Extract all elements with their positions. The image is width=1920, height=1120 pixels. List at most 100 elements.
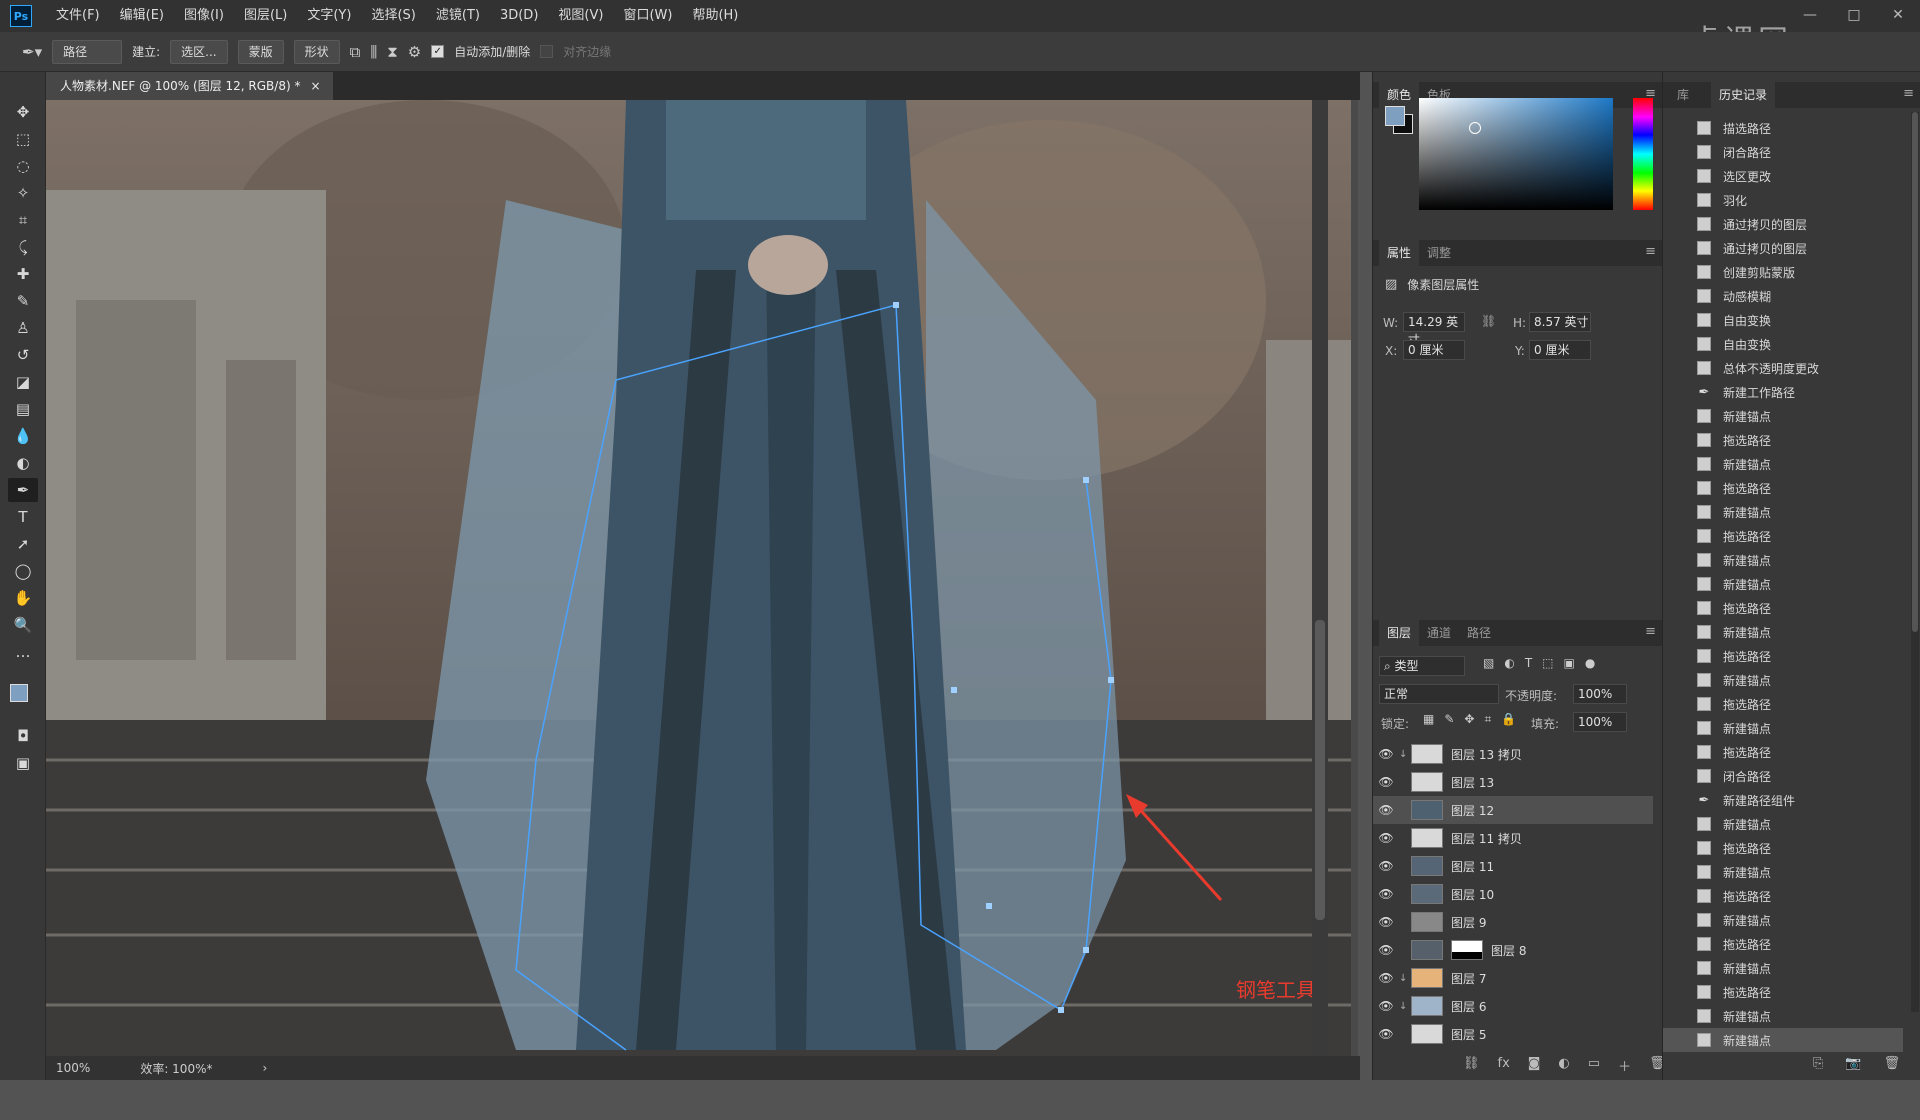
layer-row[interactable]: 👁 图层 9 xyxy=(1373,908,1653,936)
visibility-eye-icon[interactable]: 👁 xyxy=(1373,999,1399,1013)
zoom-tool-icon[interactable]: 🔍 xyxy=(8,613,38,637)
clone-stamp-tool-icon[interactable]: ♙ xyxy=(8,316,38,340)
eyedropper-tool-icon[interactable]: ⤹ xyxy=(8,235,38,259)
menu-item[interactable]: 3D(D) xyxy=(490,0,548,32)
panel-menu-icon[interactable]: ≡ xyxy=(1903,86,1914,101)
new-layer-icon[interactable]: ＋ xyxy=(1618,1056,1631,1075)
screen-mode-icon[interactable]: ▣ xyxy=(8,751,38,775)
history-item[interactable]: 拖选路径 xyxy=(1663,428,1903,452)
layer-row[interactable]: 👁 图层 5 xyxy=(1373,1020,1653,1048)
history-brush-tool-icon[interactable]: ↺ xyxy=(8,343,38,367)
layer-thumbnail[interactable] xyxy=(1411,828,1443,848)
canvas-area[interactable]: 钢笔工具 xyxy=(46,100,1358,1056)
type-tool-icon[interactable]: T xyxy=(8,505,38,529)
hue-slider[interactable] xyxy=(1633,98,1653,210)
brush-tool-icon[interactable]: ✎ xyxy=(8,289,38,313)
visibility-eye-icon[interactable]: 👁 xyxy=(1373,915,1399,929)
gradient-tool-icon[interactable]: ▤ xyxy=(8,397,38,421)
history-item[interactable]: 自由变换 xyxy=(1663,308,1903,332)
history-item[interactable]: 新建锚点 xyxy=(1663,668,1903,692)
make-mask-button[interactable]: 蒙版 xyxy=(237,39,284,64)
snapshot-icon[interactable]: 📷 xyxy=(1845,1056,1861,1071)
menu-item[interactable]: 滤镜(T) xyxy=(426,0,490,32)
path-selection-tool-icon[interactable]: ➚ xyxy=(8,532,38,556)
path-mode-select[interactable]: 路径 xyxy=(52,39,123,64)
visibility-eye-icon[interactable]: 👁 xyxy=(1373,775,1399,789)
path-arrangement-icon[interactable]: ⧗ xyxy=(387,43,398,61)
layer-row[interactable]: 👁 图层 10 xyxy=(1373,880,1653,908)
filter-smart-icon[interactable]: ▣ xyxy=(1564,656,1575,670)
visibility-eye-icon[interactable]: 👁 xyxy=(1373,971,1399,985)
history-item[interactable]: 新建锚点 xyxy=(1663,812,1903,836)
menu-item[interactable]: 编辑(E) xyxy=(110,0,174,32)
x-field[interactable]: 0 厘米 xyxy=(1403,340,1465,360)
history-item[interactable]: 新建锚点 xyxy=(1663,620,1903,644)
layer-row[interactable]: 👁 ↓ 图层 7 xyxy=(1373,964,1653,992)
menu-item[interactable]: 图像(I) xyxy=(174,0,234,32)
foreground-color-swatch[interactable] xyxy=(10,684,28,702)
tab-adjustments[interactable]: 调整 xyxy=(1419,240,1459,266)
filter-shape-icon[interactable]: ⬚ xyxy=(1542,656,1553,670)
crop-tool-icon[interactable]: ⌗ xyxy=(8,208,38,232)
history-item[interactable]: 拖选路径 xyxy=(1663,692,1903,716)
layer-row[interactable]: 👁 图层 11 xyxy=(1373,852,1653,880)
history-item[interactable]: 总体不透明度更改 xyxy=(1663,356,1903,380)
filter-adjust-icon[interactable]: ◐ xyxy=(1504,656,1514,670)
filter-type-icon[interactable]: T xyxy=(1525,656,1532,670)
more-tools-icon[interactable]: … xyxy=(8,640,38,664)
panel-foreground-swatch[interactable] xyxy=(1385,106,1405,126)
layer-row[interactable]: 👁 图层 12 xyxy=(1373,796,1653,824)
history-item[interactable]: 拖选路径 xyxy=(1663,644,1903,668)
link-dimensions-icon[interactable]: ⛓ xyxy=(1481,314,1496,328)
tab-layers[interactable]: 图层 xyxy=(1379,620,1420,646)
blur-tool-icon[interactable]: 💧 xyxy=(8,424,38,448)
minimize-button[interactable]: — xyxy=(1788,0,1832,32)
tab-channels[interactable]: 通道 xyxy=(1419,620,1459,646)
new-group-icon[interactable]: ▭ xyxy=(1588,1056,1600,1075)
history-item[interactable]: 新建锚点 xyxy=(1663,500,1903,524)
menu-item[interactable]: 窗口(W) xyxy=(613,0,682,32)
height-field[interactable]: 8.57 英寸 xyxy=(1529,312,1591,332)
layer-thumbnail[interactable] xyxy=(1411,772,1443,792)
visibility-eye-icon[interactable]: 👁 xyxy=(1373,803,1399,817)
visibility-eye-icon[interactable]: 👁 xyxy=(1373,943,1399,957)
blend-mode-select[interactable]: 正常 xyxy=(1379,684,1499,704)
layer-row[interactable]: 👁 ↓ 图层 6 xyxy=(1373,992,1653,1020)
move-tool-icon[interactable]: ✥ xyxy=(8,100,38,124)
history-item[interactable]: 拖选路径 xyxy=(1663,884,1903,908)
pen-tool-preset-icon[interactable]: ✒▾ xyxy=(22,43,42,61)
lock-all-icon[interactable]: 🔒 xyxy=(1501,712,1516,727)
visibility-eye-icon[interactable]: 👁 xyxy=(1373,831,1399,845)
history-item[interactable]: 新建锚点 xyxy=(1663,1004,1903,1028)
filter-pixel-icon[interactable]: ▧ xyxy=(1483,656,1494,670)
make-shape-button[interactable]: 形状 xyxy=(293,39,340,64)
path-alignment-icon[interactable]: ⫼ xyxy=(370,43,377,61)
history-item[interactable]: 新建锚点 xyxy=(1663,956,1903,980)
marquee-tool-icon[interactable]: ⬚ xyxy=(8,127,38,151)
pen-tool-icon[interactable]: ✒ xyxy=(8,478,38,502)
opacity-field[interactable]: 100% xyxy=(1573,684,1627,704)
history-item[interactable]: 拖选路径 xyxy=(1663,524,1903,548)
layer-thumbnail[interactable] xyxy=(1411,800,1443,820)
lasso-tool-icon[interactable]: ◌ xyxy=(8,154,38,178)
tab-paths[interactable]: 路径 xyxy=(1459,620,1499,646)
tab-libraries[interactable]: 库 xyxy=(1669,82,1697,108)
layer-filter-select[interactable]: ⌕ 类型 xyxy=(1379,656,1465,676)
panel-menu-icon[interactable]: ≡ xyxy=(1645,244,1656,259)
align-edges-checkbox[interactable] xyxy=(540,45,554,58)
menu-item[interactable]: 视图(V) xyxy=(548,0,613,32)
history-item[interactable]: ✒ 新建路径组件 xyxy=(1663,788,1903,812)
make-selection-button[interactable]: 选区... xyxy=(170,39,228,64)
auto-add-delete-checkbox[interactable]: ✓ xyxy=(431,45,445,58)
scrollbar-thumb[interactable] xyxy=(1315,620,1325,920)
layer-row[interactable]: 👁 ↓ 图层 13 拷贝 xyxy=(1373,740,1653,768)
history-item[interactable]: 自由变换 xyxy=(1663,332,1903,356)
close-button[interactable]: ✕ xyxy=(1876,0,1920,32)
history-item[interactable]: 描选路径 xyxy=(1663,116,1903,140)
history-item[interactable]: 闭合路径 xyxy=(1663,140,1903,164)
magic-wand-tool-icon[interactable]: ✧ xyxy=(8,181,38,205)
close-tab-icon[interactable]: × xyxy=(310,72,320,100)
history-item[interactable]: 通过拷贝的图层 xyxy=(1663,236,1903,260)
panel-menu-icon[interactable]: ≡ xyxy=(1645,624,1656,639)
status-expand-arrow[interactable]: › xyxy=(262,1061,267,1075)
